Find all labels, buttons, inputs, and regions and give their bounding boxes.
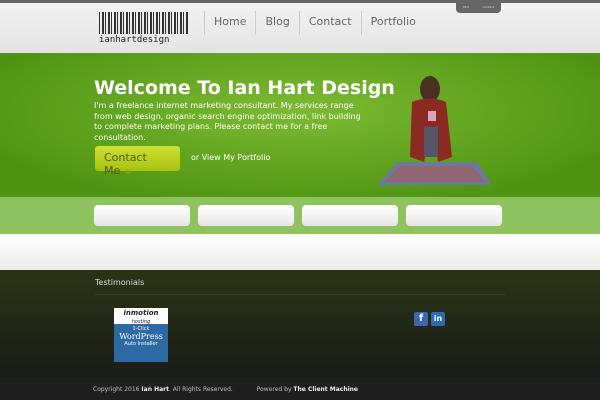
ad-brand: inmotion [123, 309, 159, 317]
spacer [0, 234, 600, 270]
testimonials-heading: Testimonials [95, 278, 145, 287]
logo-text: ianhartdesign [99, 35, 170, 45]
ad-sub: hosting [131, 319, 151, 325]
contact-me-button[interactable]: Contact Me ▶ [95, 146, 180, 177]
nav-home[interactable]: Home [204, 11, 255, 35]
logo[interactable]: ianhartdesign [99, 12, 189, 45]
footer: Testimonials inmotion hosting 1-Click Wor… [0, 270, 600, 378]
nav-portfolio[interactable]: Portfolio [360, 11, 425, 35]
main-nav: Home Blog Contact Portfolio [204, 11, 425, 35]
mini-link-contact[interactable]: Contact [483, 5, 495, 9]
hero-figure-image [377, 76, 492, 185]
powered-by-text: Powered by [256, 386, 292, 393]
feature-band [0, 197, 600, 234]
facebook-icon[interactable]: f [414, 312, 428, 326]
copyright-text: Copyright 2016 [93, 386, 140, 393]
arrow-icon: ▶ [126, 168, 132, 176]
mini-link-seo[interactable]: SEO [463, 5, 469, 9]
owner-name: Ian Hart [141, 386, 169, 393]
inmotion-ad[interactable]: inmotion hosting 1-Click WordPress Auto I… [114, 308, 168, 362]
feature-box-2[interactable] [198, 205, 294, 226]
copyright-bar: Copyright 2016 Ian Hart. All Rights Rese… [0, 378, 600, 400]
hero-title: Welcome To Ian Hart Design [94, 77, 395, 99]
divider [95, 294, 505, 295]
social-links: f in [414, 312, 445, 326]
mini-links: SEO Contact [456, 0, 501, 13]
nav-blog[interactable]: Blog [255, 11, 298, 35]
nav-contact[interactable]: Contact [298, 11, 361, 35]
header: ianhartdesign Home Blog Contact Portfoli… [0, 3, 600, 53]
feature-box-1[interactable] [94, 205, 190, 226]
ad-line2: WordPress [119, 332, 163, 341]
ad-line3: Auto Installer [124, 341, 158, 347]
linkedin-icon[interactable]: in [431, 312, 445, 326]
feature-box-4[interactable] [406, 205, 502, 226]
feature-box-3[interactable] [302, 205, 398, 226]
powered-by-link[interactable]: The Client Machine [293, 386, 358, 393]
rights-text: . All Rights Reserved. [168, 386, 233, 393]
hero: Welcome To Ian Hart Design I'm a freelan… [0, 53, 600, 197]
barcode-icon [99, 12, 189, 34]
portfolio-link[interactable]: or View My Portfolio [191, 153, 270, 162]
hero-text: I'm a freelance internet marketing consu… [94, 101, 361, 142]
